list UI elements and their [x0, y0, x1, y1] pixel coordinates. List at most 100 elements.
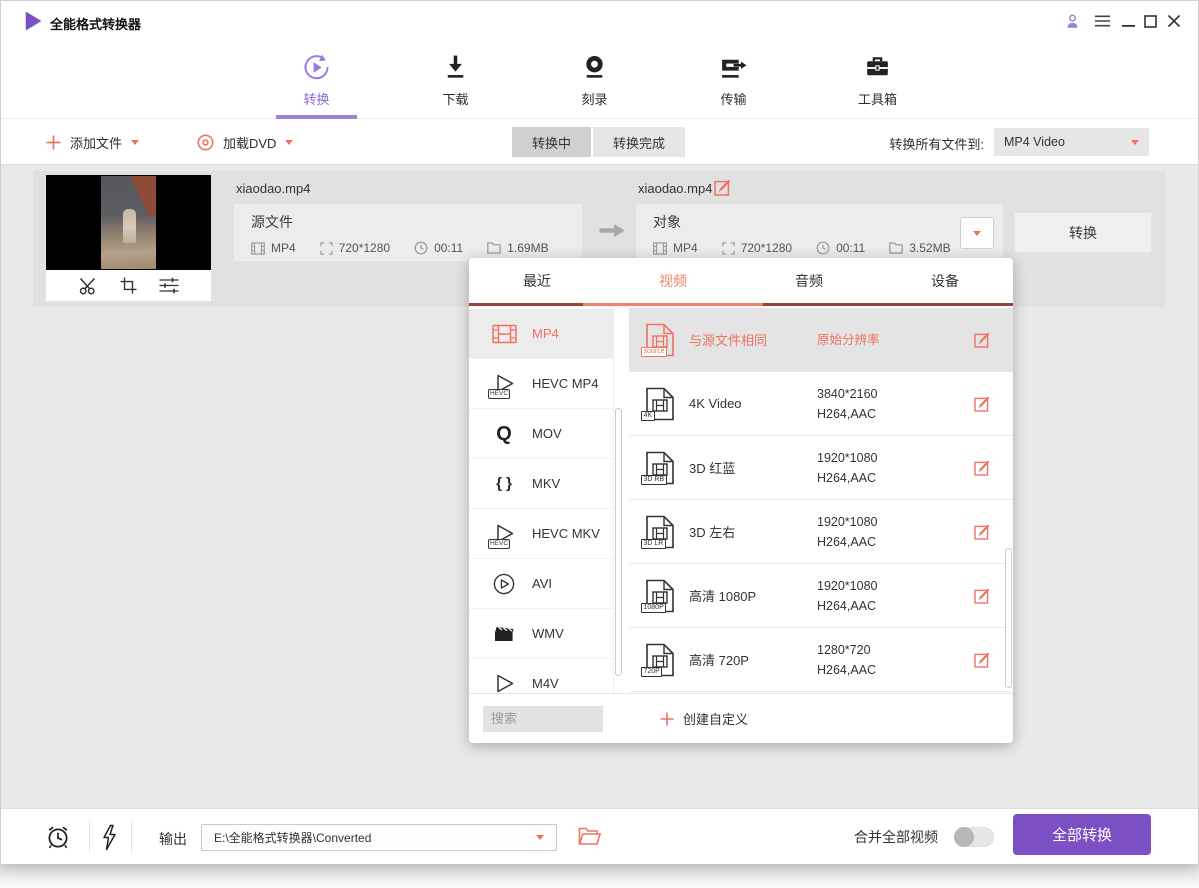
high-speed-button[interactable] — [101, 824, 117, 851]
format-item-mkv[interactable]: { } MKV — [469, 459, 613, 509]
titlebar: 全能格式转换器 — [1, 1, 1198, 41]
popup-tab-video[interactable]: 视频 — [605, 258, 741, 303]
target-duration: 00:11 — [816, 241, 865, 255]
preset-badge-label: 3D RB — [641, 475, 667, 485]
tab-converting[interactable]: 转换中 — [512, 127, 591, 157]
nav-label-burn: 刻录 — [581, 89, 607, 108]
resolution-icon — [722, 242, 735, 255]
add-files-button[interactable]: 添加文件 — [46, 119, 139, 165]
clock-icon — [414, 241, 428, 255]
preset-hd-1080p[interactable]: 1080P 高清 1080P 1920*1080 H264,AAC — [629, 564, 1013, 628]
format-label: MP4 — [532, 326, 559, 341]
nav-tab-toolbox[interactable]: 工具箱 — [832, 41, 923, 118]
preset-list: source 与源文件相同 原始分辨率 — [629, 308, 1013, 693]
preset-codec: H264,AAC — [817, 532, 927, 552]
toggle-knob — [954, 827, 974, 847]
target-format-select[interactable]: MP4 Video — [994, 128, 1149, 156]
merge-videos-label: 合并全部视频 — [854, 827, 938, 847]
preset-same-as-source[interactable]: source 与源文件相同 原始分辨率 — [629, 308, 1013, 372]
preset-resolution: 1280*720 — [817, 640, 927, 660]
video-thumbnail[interactable] — [46, 175, 211, 270]
output-label: 输出 — [159, 829, 187, 849]
clock-icon — [816, 241, 830, 255]
format-item-mp4[interactable]: MP4 — [469, 309, 613, 359]
window-shadow — [0, 864, 1199, 888]
preset-edit-button[interactable] — [974, 459, 991, 476]
format-item-wmv[interactable]: WMV — [469, 609, 613, 659]
close-button[interactable] — [1164, 11, 1184, 31]
dvd-disc-icon — [197, 134, 214, 151]
preset-name: 3D 红蓝 — [689, 458, 817, 477]
maximize-button[interactable] — [1140, 11, 1160, 31]
tab-finished[interactable]: 转换完成 — [593, 127, 685, 157]
preset-edit-button[interactable] — [974, 395, 991, 412]
source-info-box: 源文件 MP4 720*1280 — [234, 204, 582, 261]
format-item-hevc-mkv[interactable]: HEVC HEVC MKV — [469, 509, 613, 559]
filmstrip-icon — [491, 322, 517, 346]
cut-button[interactable] — [79, 277, 98, 295]
preset-doc-icon: 3D RB — [645, 451, 675, 485]
create-custom-button[interactable]: 创建自定义 — [660, 709, 748, 728]
format-item-m4v[interactable]: M4V — [469, 659, 613, 693]
video-frame — [101, 176, 156, 269]
preset-resolution: 1920*1080 — [817, 576, 927, 596]
preset-edit-button[interactable] — [974, 587, 991, 604]
preset-list-scrollbar[interactable] — [1005, 548, 1012, 688]
output-path-select[interactable]: E:\全能格式转换器\Converted — [201, 824, 557, 851]
target-title: 对象 — [653, 212, 1003, 232]
target-format-value: MP4 — [673, 241, 698, 255]
popup-tab-device[interactable]: 设备 — [877, 258, 1013, 303]
target-format-caret-icon — [1131, 140, 1139, 145]
convert-direction-arrow-icon — [599, 223, 626, 238]
crop-button[interactable] — [120, 277, 137, 294]
schedule-button[interactable] — [45, 824, 71, 851]
popup-tab-audio[interactable]: 音频 — [741, 258, 877, 303]
preset-4k-video[interactable]: 4K 4K Video 3840*2160 H264,AAC — [629, 372, 1013, 436]
nav-tab-download[interactable]: 下载 — [415, 41, 496, 118]
convert-button[interactable]: 转换 — [1014, 212, 1152, 253]
convert-icon — [302, 53, 331, 82]
preset-3d-left-right[interactable]: 3D LR 3D 左右 1920*1080 H264,AAC — [629, 500, 1013, 564]
popup-tab-audio-label: 音频 — [795, 271, 823, 291]
nav-tab-burn[interactable]: 刻录 — [554, 41, 635, 118]
format-label: AVI — [532, 576, 552, 591]
popup-tab-recent[interactable]: 最近 — [469, 258, 605, 303]
folder-icon — [889, 242, 903, 254]
preset-codec: H264,AAC — [817, 468, 927, 488]
format-list-scrollbar[interactable] — [615, 408, 622, 676]
rename-button[interactable] — [714, 178, 732, 196]
main-nav: 转换 下载 刻录 传输 — [1, 41, 1198, 119]
nav-tab-transfer[interactable]: 传输 — [693, 41, 774, 118]
merge-videos-toggle[interactable] — [954, 827, 994, 847]
preset-resolution: 1920*1080 — [817, 448, 927, 468]
output-path-value: E:\全能格式转换器\Converted — [214, 829, 371, 846]
edit-icon — [974, 459, 991, 476]
source-format: MP4 — [251, 241, 296, 255]
load-dvd-button[interactable]: 加载DVD — [197, 119, 293, 165]
create-custom-label: 创建自定义 — [683, 709, 748, 728]
format-item-avi[interactable]: AVI — [469, 559, 613, 609]
preset-edit-button[interactable] — [974, 331, 991, 348]
format-label: MKV — [532, 476, 560, 491]
popup-tab-device-label: 设备 — [931, 271, 959, 291]
target-format-dropdown-button[interactable] — [960, 217, 994, 249]
minimize-button[interactable] — [1118, 11, 1138, 31]
format-item-mov[interactable]: Q MOV — [469, 409, 613, 459]
preset-3d-red-blue[interactable]: 3D RB 3D 红蓝 1920*1080 H264,AAC — [629, 436, 1013, 500]
account-button[interactable] — [1062, 11, 1082, 31]
preset-edit-button[interactable] — [974, 651, 991, 668]
toolbar: 添加文件 加载DVD 转换中 转换完成 转换所有文件到: MP4 Video — [1, 119, 1198, 165]
nav-tab-convert[interactable]: 转换 — [276, 41, 357, 118]
divider — [89, 822, 90, 852]
format-item-hevc-mp4[interactable]: HEVC HEVC MP4 — [469, 359, 613, 409]
preset-badge-label: 4K — [641, 411, 655, 421]
preset-edit-button[interactable] — [974, 523, 991, 540]
preset-hd-720p[interactable]: 720P 高清 720P 1280*720 H264,AAC — [629, 628, 1013, 692]
convert-all-button[interactable]: 全部转换 — [1013, 814, 1151, 855]
quicktime-icon: Q — [491, 422, 517, 446]
open-folder-button[interactable] — [578, 827, 601, 846]
menu-button[interactable] — [1092, 11, 1112, 31]
quicktime-q-label: Q — [496, 424, 512, 444]
effects-button[interactable] — [159, 277, 179, 294]
search-input[interactable] — [483, 706, 603, 732]
